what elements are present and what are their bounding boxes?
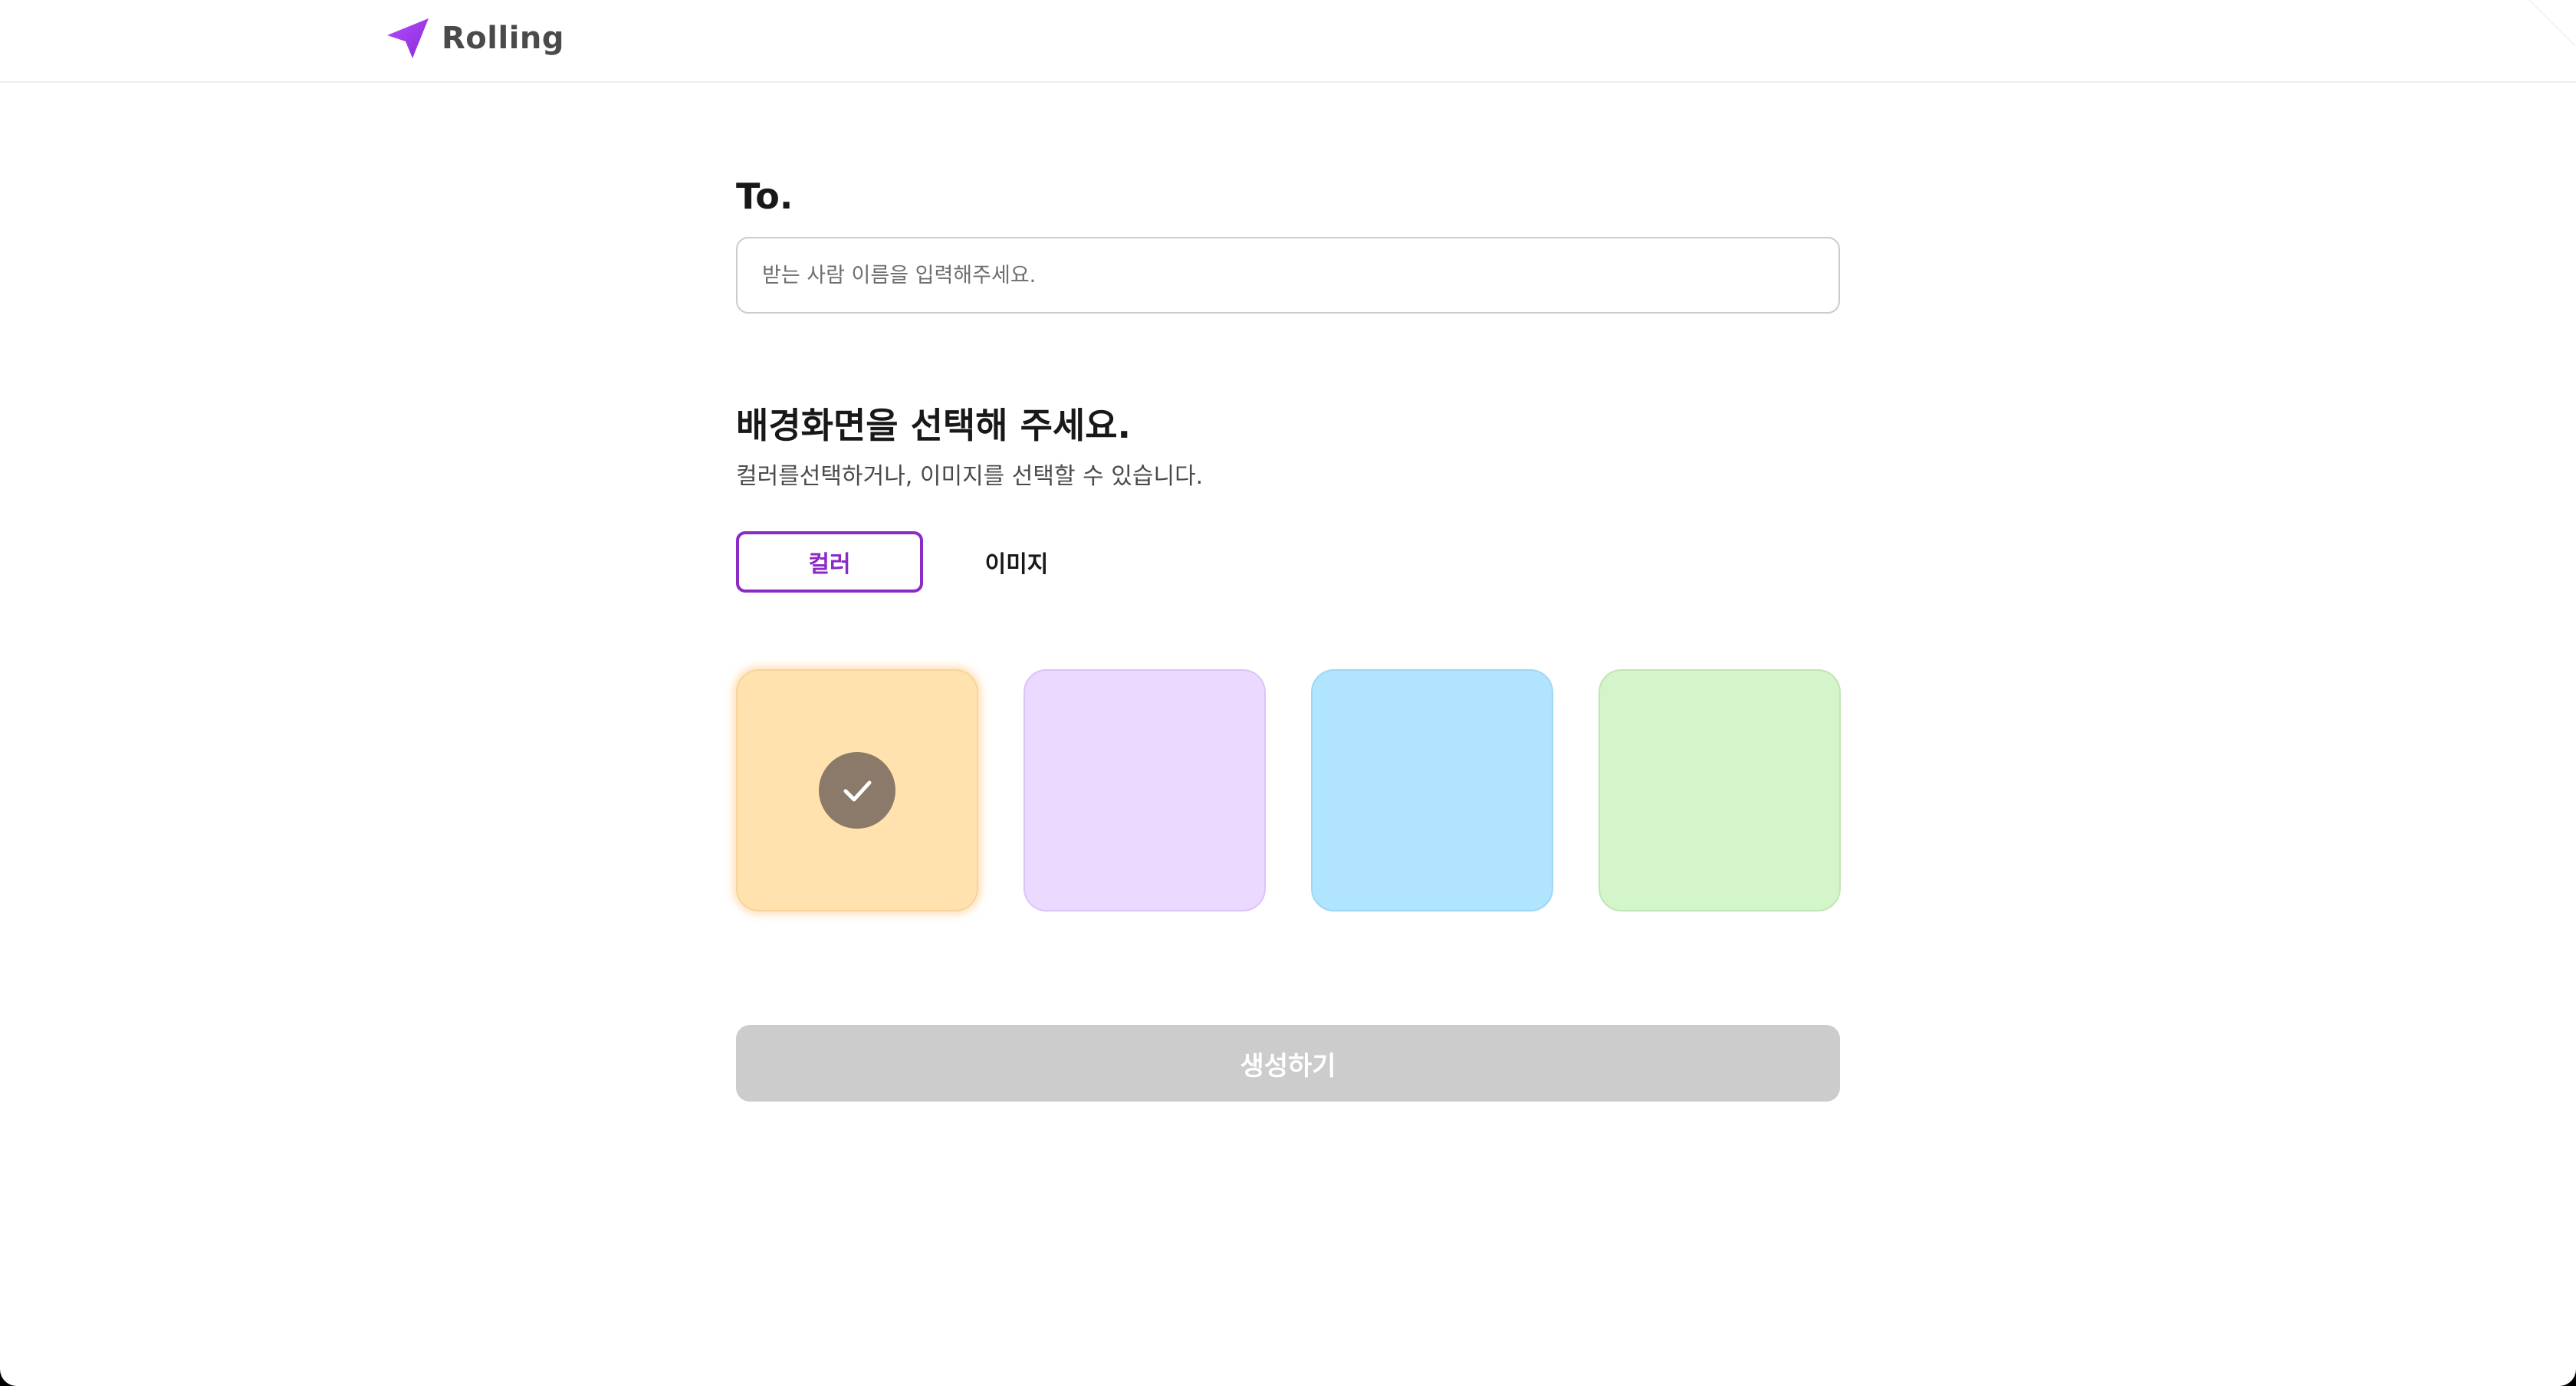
background-section-description: 컬러를선택하거나, 이미지를 선택할 수 있습니다. [736,463,1204,490]
create-button-label: 생성하기 [1240,1050,1336,1082]
color-swatch-beige[interactable] [736,669,978,911]
background-section-title: 배경화면을 선택해 주세요. [736,405,1132,446]
logo[interactable]: Rolling [385,15,564,61]
tab-color-label: 컬러 [808,551,851,578]
tab-color[interactable]: 컬러 [736,531,923,593]
tab-image-label: 이미지 [984,551,1049,578]
logo-text: Rolling [442,21,565,56]
top-nav: Rolling [0,0,2576,83]
color-swatch-blue[interactable] [1311,669,1553,911]
create-button[interactable]: 생성하기 [736,1025,1840,1102]
check-icon [843,780,872,802]
selected-check-badge [819,752,895,829]
paper-plane-icon [387,18,429,58]
color-swatch-green[interactable] [1598,669,1841,911]
app-window: Rolling To. 배경화면을 선택해 주세요. 컬러를선택하거나, 이미지… [0,0,2576,1386]
tab-image[interactable]: 이미지 [923,531,1110,593]
color-swatch-purple[interactable] [1024,669,1266,911]
to-label: To. [736,176,794,217]
recipient-name-input[interactable] [736,237,1840,314]
